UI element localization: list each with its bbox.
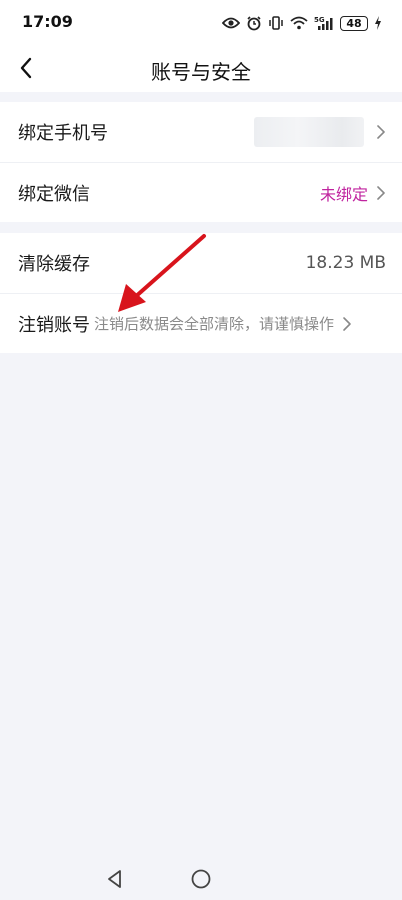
status-icons: 5G 48 <box>222 12 382 34</box>
bind-phone-label: 绑定手机号 <box>18 123 108 144</box>
bind-wechat-label: 绑定微信 <box>18 183 90 205</box>
status-bar: 17:09 5G 48 <box>0 0 402 44</box>
bind-wechat-right: 未绑定 <box>320 181 386 205</box>
nav-back-triangle-icon[interactable] <box>104 868 126 890</box>
alarm-icon <box>247 16 261 31</box>
delete-account-row[interactable]: 注销账号 注销后数据会全部清除，请谨慎操作 <box>0 293 402 353</box>
clear-cache-row[interactable]: 清除缓存 18.23 MB <box>0 233 402 293</box>
delete-account-hint: 注销后数据会全部清除，请谨慎操作 <box>94 315 335 333</box>
blurred-phone-number <box>254 117 364 147</box>
network-type-label: 5G <box>314 16 325 24</box>
clear-cache-right: 18.23 MB <box>306 253 386 273</box>
status-time: 17:09 <box>22 12 73 31</box>
bind-phone-right <box>254 117 386 147</box>
chevron-right-icon <box>343 316 351 331</box>
wechat-status: 未绑定 <box>319 184 368 204</box>
signal-5g-icon: 5G <box>314 16 333 30</box>
delete-account-label: 注销账号 <box>18 314 90 336</box>
bind-phone-row[interactable]: 绑定手机号 <box>0 102 402 162</box>
chevron-right-icon <box>377 185 385 200</box>
battery-icon: 48 <box>340 15 368 31</box>
nav-home-circle-icon[interactable] <box>190 868 212 890</box>
cache-size: 18.23 MB <box>305 253 386 273</box>
binding-group: 绑定手机号 绑定微信 未绑定 <box>0 102 402 222</box>
eye-icon <box>222 17 240 29</box>
charging-icon <box>375 16 381 30</box>
page-title: 账号与安全 <box>151 60 251 84</box>
vibrate-icon <box>269 16 283 30</box>
clear-cache-label: 清除缓存 <box>18 254 90 275</box>
header: 账号与安全 <box>0 44 402 92</box>
system-nav-bar <box>0 858 402 900</box>
delete-account-right: 注销后数据会全部清除，请谨慎操作 <box>94 313 352 334</box>
wifi-icon <box>290 16 308 30</box>
account-group: 清除缓存 18.23 MB 注销账号 注销后数据会全部清除，请谨慎操作 <box>0 233 402 353</box>
bind-wechat-row[interactable]: 绑定微信 未绑定 <box>0 162 402 222</box>
chevron-right-icon <box>377 125 385 139</box>
battery-level: 48 <box>346 16 362 30</box>
